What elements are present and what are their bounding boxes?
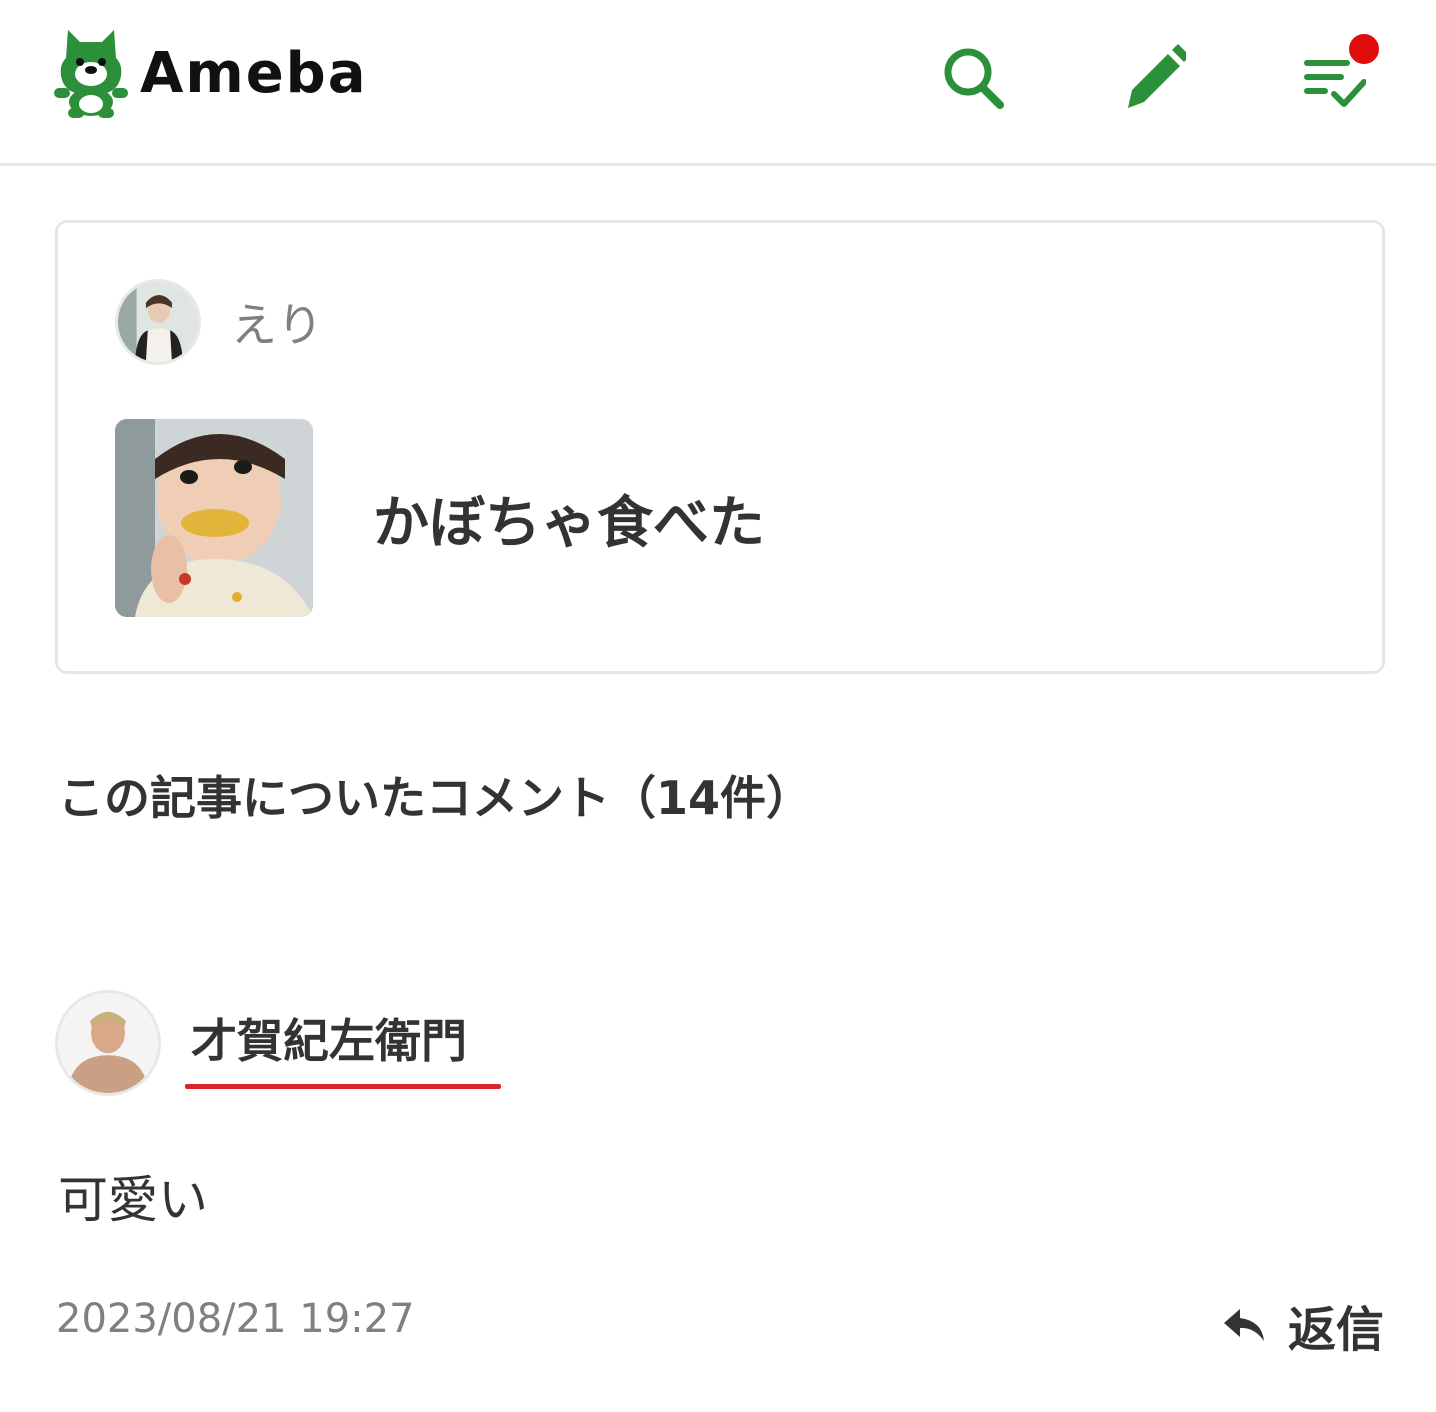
article-title: かぼちゃ食べた [373, 490, 765, 556]
article-thumbnail [115, 419, 313, 617]
reply-label: 返信 [1288, 1302, 1385, 1358]
search-button[interactable] [938, 38, 1008, 114]
author-name: えり [231, 298, 323, 352]
pencil-icon [1128, 44, 1186, 108]
comments-heading: この記事についたコメント（14件） [58, 771, 813, 825]
write-post-button[interactable] [1118, 38, 1188, 114]
notification-badge [1349, 34, 1379, 64]
app-header: Ameba [0, 0, 1436, 166]
page: Ameba えり かぼちゃ食べた この記事についたコメント（14件） 才賀紀左衛… [0, 0, 1436, 1412]
commenter-avatar[interactable] [55, 990, 161, 1096]
reply-button[interactable]: 返信 [1222, 1290, 1384, 1360]
commenter-name-link[interactable]: 才賀紀左衛門 [185, 1005, 501, 1089]
ameba-mascot-icon [54, 30, 128, 118]
article-author[interactable]: えり [115, 279, 323, 365]
comment-timestamp: 2023/08/21 19:27 [56, 1296, 415, 1342]
ameba-logo[interactable]: Ameba [54, 28, 368, 118]
logo-text: Ameba [140, 40, 368, 106]
comment-author: 才賀紀左衛門 [55, 990, 501, 1096]
article-link[interactable]: かぼちゃ食べた [115, 419, 765, 617]
comment-body: 可愛い [58, 1171, 208, 1229]
reply-icon [1224, 1309, 1264, 1341]
search-icon [944, 48, 1004, 109]
article-card[interactable]: えり かぼちゃ食べた [55, 220, 1385, 674]
author-avatar [115, 279, 201, 365]
